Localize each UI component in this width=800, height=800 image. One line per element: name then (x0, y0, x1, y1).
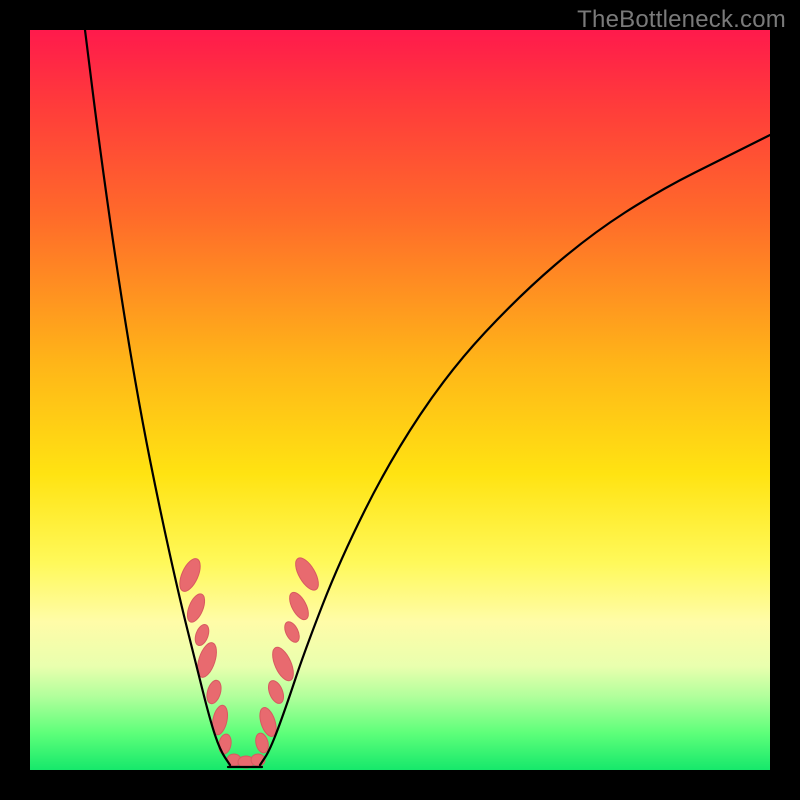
marker-right-6 (291, 554, 323, 593)
right-branch-curve (260, 135, 770, 765)
marker-left-6 (217, 733, 232, 755)
marker-right-2 (265, 678, 286, 705)
chart-svg (30, 30, 770, 770)
marker-right-4 (282, 619, 302, 644)
marker-left-1 (184, 591, 208, 624)
marker-right-5 (286, 589, 312, 622)
marker-right-3 (268, 644, 297, 683)
marker-left-0 (176, 556, 205, 594)
marker-left-4 (204, 679, 223, 706)
